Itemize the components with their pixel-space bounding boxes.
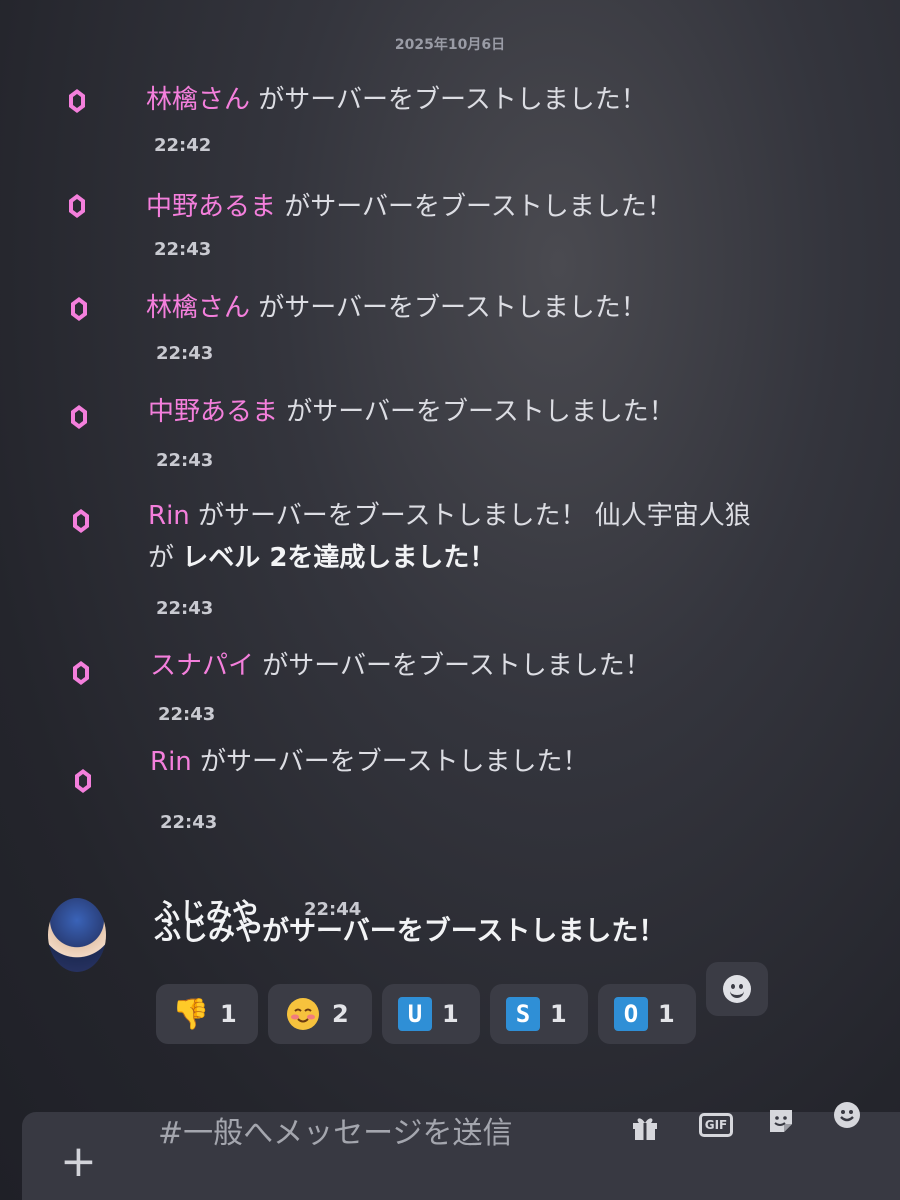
server-boost-icon xyxy=(68,88,86,114)
date-divider: 2025年10月6日 xyxy=(394,37,506,53)
server-boost-icon xyxy=(72,508,90,534)
thumbs-down-icon: 👎 xyxy=(172,996,210,1032)
reaction-count: 1 xyxy=(220,1000,237,1028)
level-achieved-text: レベル 2を達成しました！ xyxy=(182,543,496,573)
add-reaction-icon xyxy=(723,975,751,1003)
booster-name[interactable]: スナパイ xyxy=(150,651,254,681)
sticker-button[interactable] xyxy=(764,1106,798,1136)
timestamp: 22:43 xyxy=(156,598,214,619)
regional-u-icon: U xyxy=(398,997,432,1031)
reaction-count: 1 xyxy=(550,1000,567,1028)
booster-name[interactable]: 林檎さん xyxy=(146,85,250,115)
message-content: ふじみやがサーバーをブーストしました！ xyxy=(154,916,666,947)
server-boost-icon xyxy=(70,296,88,322)
reaction-regional-s[interactable]: S 1 xyxy=(490,984,588,1044)
blushing-face-icon xyxy=(284,995,322,1033)
reaction-count: 2 xyxy=(332,1000,349,1028)
avatar[interactable] xyxy=(48,898,106,972)
reaction-count: 1 xyxy=(658,1000,675,1028)
emoji-button[interactable] xyxy=(830,1100,864,1130)
timestamp: 22:43 xyxy=(154,239,212,260)
timestamp: 22:42 xyxy=(154,135,212,156)
regional-s-icon: S xyxy=(506,997,540,1031)
server-boost-icon xyxy=(72,660,90,686)
gif-icon: GIF xyxy=(698,1113,734,1137)
booster-name[interactable]: 中野あるま xyxy=(148,397,278,427)
booster-name[interactable]: Rin xyxy=(150,747,192,777)
boost-text: がサーバーをブーストしました！ xyxy=(278,397,675,427)
boost-text: がサーバーをブーストしました！ xyxy=(250,85,647,115)
timestamp: 22:43 xyxy=(156,450,214,471)
sticker-icon xyxy=(770,1110,792,1132)
boost-text: がサーバーをブーストしました！ xyxy=(276,192,673,222)
reaction-regional-u[interactable]: U 1 xyxy=(382,984,480,1044)
booster-name[interactable]: Rin xyxy=(148,501,190,531)
upload-plus-button[interactable]: + xyxy=(60,1140,97,1184)
timestamp: 22:43 xyxy=(160,812,218,833)
boost-text: がサーバーをブーストしました！ xyxy=(254,651,651,681)
gift-button[interactable] xyxy=(628,1112,662,1142)
regional-o-icon: O xyxy=(614,997,648,1031)
level-prefix: が xyxy=(148,543,183,573)
gif-button[interactable]: GIF xyxy=(694,1108,738,1142)
timestamp: 22:43 xyxy=(158,704,216,725)
reaction-blushing-face[interactable]: 2 xyxy=(268,984,372,1044)
emoji-picker-icon xyxy=(834,1102,860,1128)
reaction-count: 1 xyxy=(442,1000,459,1028)
server-boost-icon xyxy=(68,193,86,219)
booster-name[interactable]: 中野あるま xyxy=(146,192,276,222)
boost-text: がサーバーをブーストしました！ xyxy=(250,293,647,323)
boost-text: がサーバーをブーストしました！ xyxy=(191,747,589,777)
message-input[interactable]: #一般へメッセージを送信 xyxy=(158,1114,513,1154)
gift-icon xyxy=(633,1118,657,1140)
boost-text: がサーバーをブーストしました！ 仙人宇宙人狼 xyxy=(189,501,751,531)
reaction-thumbs-down[interactable]: 👎 1 xyxy=(156,984,258,1044)
server-boost-icon xyxy=(74,768,92,794)
booster-name[interactable]: 林檎さん xyxy=(146,293,250,323)
add-reaction-button[interactable] xyxy=(706,962,768,1016)
timestamp: 22:43 xyxy=(156,343,214,364)
reaction-regional-o[interactable]: O 1 xyxy=(598,984,696,1044)
server-boost-icon xyxy=(70,404,88,430)
